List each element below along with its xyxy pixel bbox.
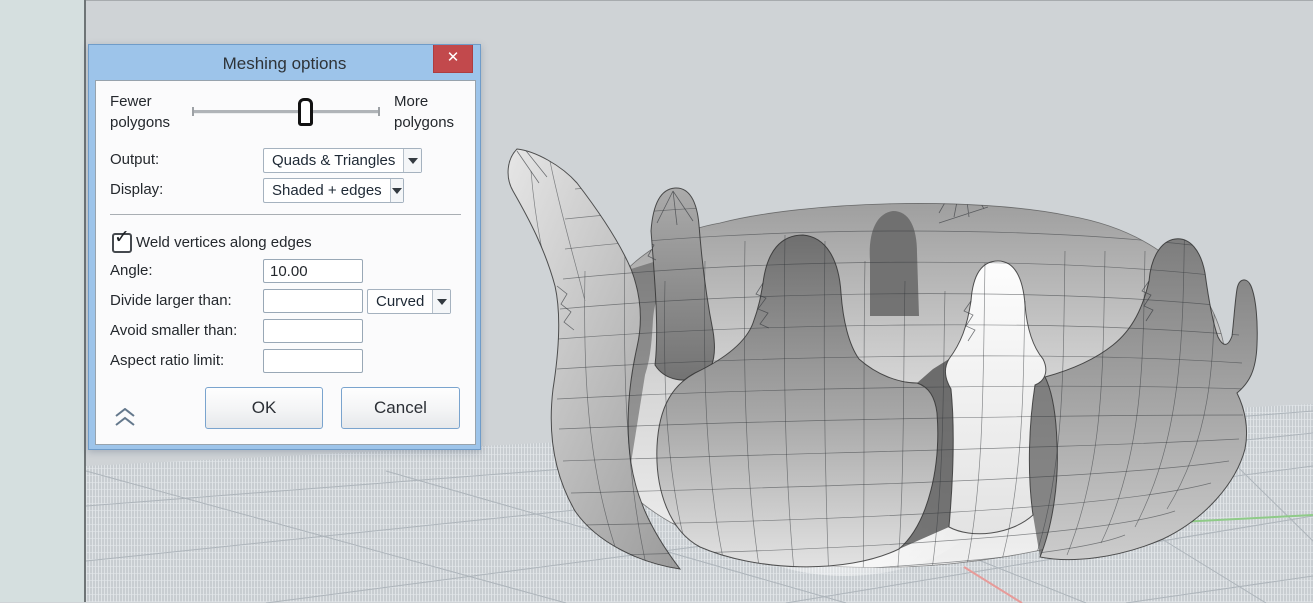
- crown-mesh-model[interactable]: [505, 131, 1265, 576]
- fewer-polygons-label: Fewer polygons: [110, 93, 171, 131]
- divide-units-value: Curved: [376, 293, 425, 310]
- weld-vertices-label: Weld vertices along edges: [136, 234, 312, 251]
- avoid-smaller-input[interactable]: [263, 319, 363, 343]
- dialog-titlebar[interactable]: Meshing options: [89, 45, 480, 80]
- ok-button[interactable]: OK: [205, 387, 323, 429]
- display-label: Display:: [110, 181, 164, 198]
- divide-larger-label: Divide larger than:: [110, 292, 232, 309]
- angle-label: Angle:: [110, 262, 153, 279]
- divide-units-dropdown[interactable]: Curved: [367, 289, 451, 314]
- aspect-ratio-label: Aspect ratio limit:: [110, 352, 225, 369]
- left-sidebar-panel: [0, 0, 86, 602]
- close-button[interactable]: ✕: [433, 45, 473, 73]
- polygon-density-slider-thumb[interactable]: [298, 98, 313, 126]
- collapse-dialog-button[interactable]: [114, 408, 136, 427]
- chevron-down-icon[interactable]: [432, 290, 450, 313]
- check-icon: ✓: [114, 227, 130, 248]
- weld-vertices-checkbox[interactable]: ✓: [112, 227, 132, 253]
- chevron-down-icon[interactable]: [389, 179, 403, 202]
- meshing-options-dialog[interactable]: Meshing options ✕ Fewer polygons More po…: [88, 44, 481, 450]
- avoid-smaller-label: Avoid smaller than:: [110, 322, 238, 339]
- dialog-title: Meshing options: [222, 54, 347, 73]
- separator: [110, 214, 461, 215]
- output-dropdown-value: Quads & Triangles: [272, 152, 396, 169]
- output-label: Output:: [110, 151, 160, 168]
- cancel-button[interactable]: Cancel: [341, 387, 460, 429]
- aspect-ratio-input[interactable]: [263, 349, 363, 373]
- more-polygons-label: More polygons: [394, 93, 455, 131]
- display-dropdown-value: Shaded + edges: [272, 182, 382, 199]
- chevron-down-icon[interactable]: [403, 149, 421, 172]
- polygon-density-slider-track[interactable]: [192, 107, 380, 116]
- output-dropdown[interactable]: Quads & Triangles: [263, 148, 422, 173]
- dialog-content: Fewer polygons More polygons Output: Qua…: [95, 80, 476, 445]
- display-dropdown[interactable]: Shaded + edges: [263, 178, 404, 203]
- divide-larger-input[interactable]: [263, 289, 363, 313]
- angle-input[interactable]: [263, 259, 363, 283]
- close-icon: ✕: [446, 49, 460, 66]
